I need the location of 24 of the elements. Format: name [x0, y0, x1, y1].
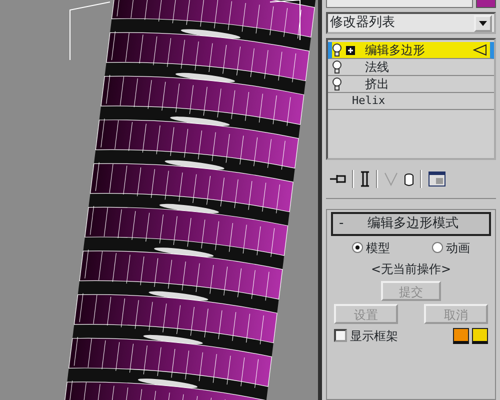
pin-icon[interactable] [330, 173, 346, 186]
dropdown-button[interactable] [474, 14, 492, 32]
modifier-stack-item[interactable]: 编辑多边形 [328, 42, 494, 59]
modifier-list-dropdown[interactable]: 修改器列表 [326, 12, 496, 34]
modifier-stack-item[interactable]: 法线 [328, 59, 494, 76]
object-name-field[interactable] [326, 0, 473, 8]
color-swatch[interactable] [472, 328, 488, 344]
triangle-icon [473, 44, 487, 56]
light-bulb-icon[interactable] [332, 60, 342, 74]
light-bulb-icon[interactable] [332, 77, 342, 91]
radio-option[interactable]: 模型 [352, 238, 390, 257]
modifier-stack-item[interactable]: 挤出 [328, 76, 494, 93]
cylinder-icon[interactable] [404, 171, 414, 188]
configure-sets-icon[interactable] [428, 171, 446, 188]
status-text: <无当前操作> [370, 260, 452, 278]
object-color-swatch[interactable] [476, 0, 496, 8]
light-bulb-icon[interactable] [332, 43, 342, 57]
color-swatch[interactable] [453, 328, 469, 344]
radio-option[interactable]: 动画 [432, 238, 470, 257]
modifier-stack-item[interactable]: Helix [328, 93, 494, 110]
expand-icon[interactable] [346, 46, 355, 54]
checkbox-option[interactable]: 显示框架 [334, 326, 450, 345]
caret-icon [479, 20, 487, 26]
rollout-header[interactable]: - 编辑多边形模式 [331, 212, 491, 236]
